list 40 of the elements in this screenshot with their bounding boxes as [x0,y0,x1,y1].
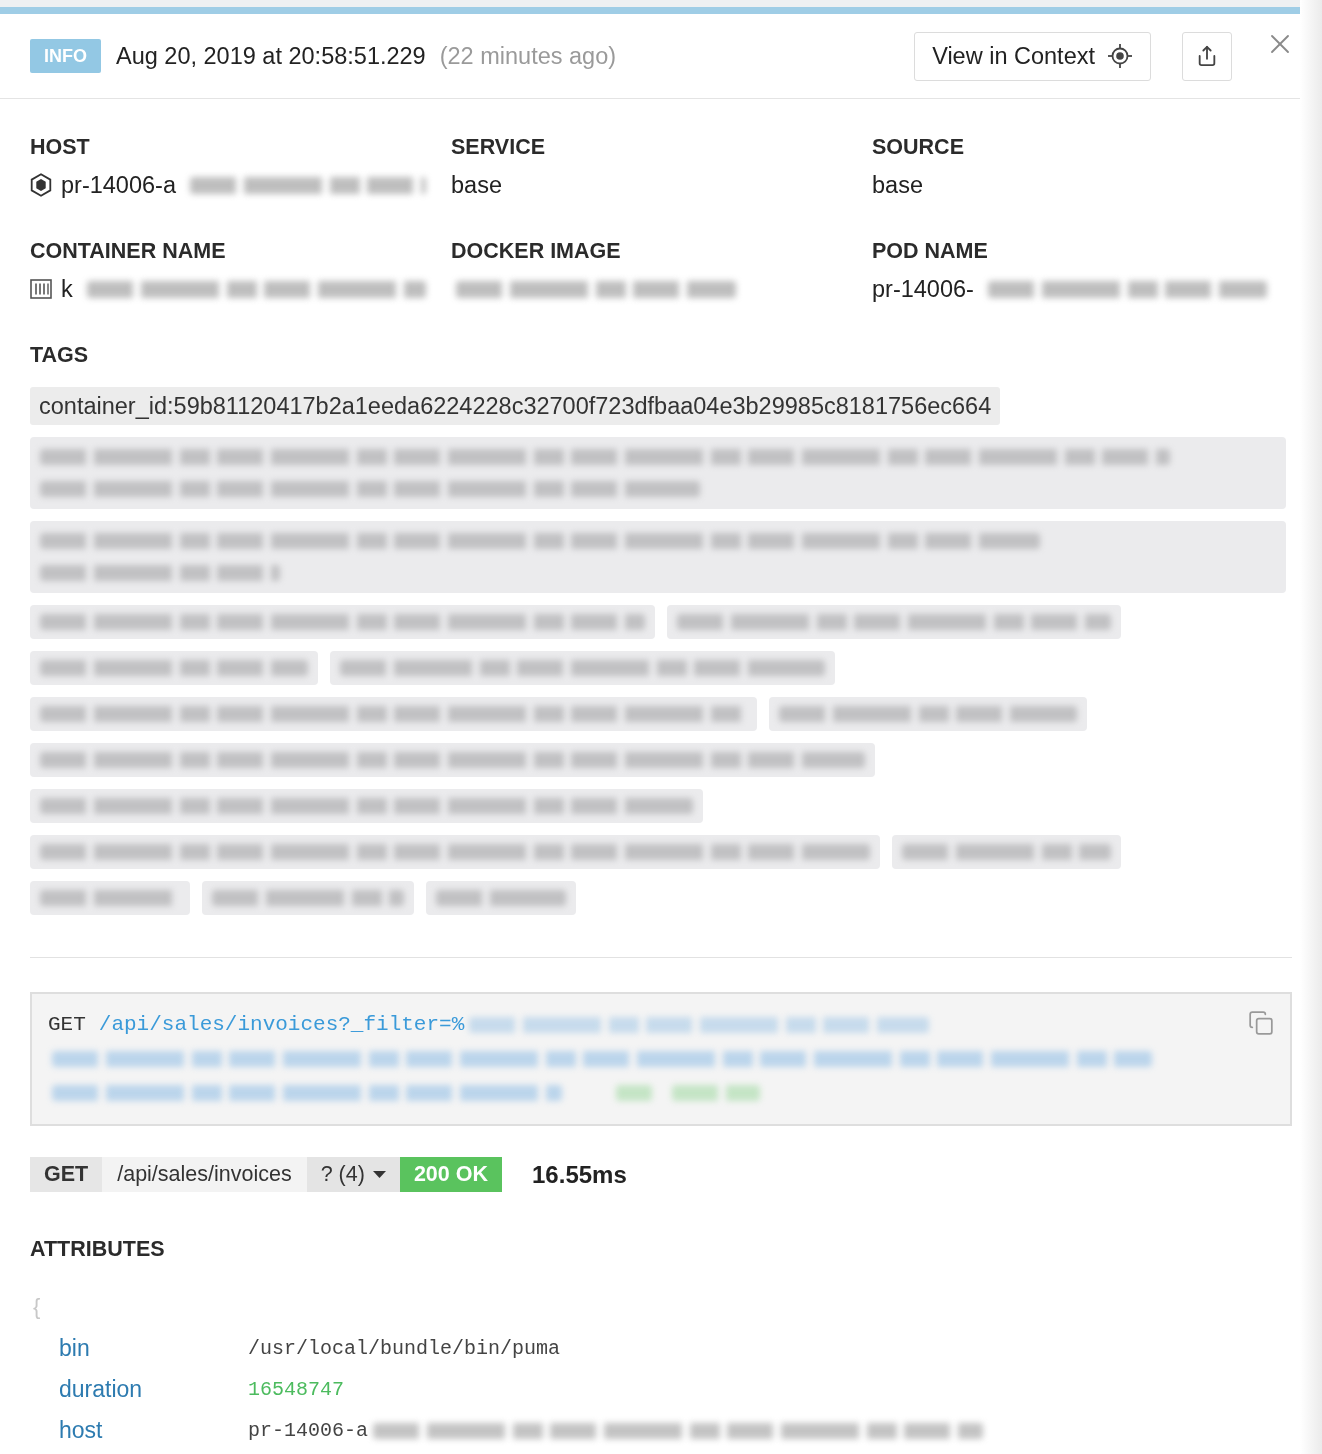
tag-chip[interactable]: container_id:59b81120417b2a1eeda6224228c32700f723dfbaa04e3b29985c8181756ec664 [30,387,1001,425]
field-label: SERVICE [451,135,546,159]
field-value: pr-14006- [872,275,974,303]
attribute-key: bin [59,1335,248,1362]
attribute-value: pr-14006-a [248,1419,369,1442]
json-brace: { [33,1293,41,1321]
section-title: ATTRIBUTES [30,1237,166,1261]
caret-icon [372,1171,386,1178]
status-code: 200 OK [399,1157,502,1192]
attribute-value: /usr/local/bundle/bin/puma [248,1337,561,1360]
container-icon [30,279,52,299]
share-button[interactable] [1182,31,1232,81]
query-params-dropdown[interactable]: ? (4) [306,1157,400,1192]
level-badge: INFO [30,39,101,73]
timestamp: Aug 20, 2019 at 20:58:51.229 [116,42,426,70]
copy-icon [1248,1010,1274,1036]
attribute-key: host [59,1417,248,1444]
section-title: TAGS [30,343,90,367]
view-in-context-button[interactable]: View in Context [914,31,1151,81]
field-label: CONTAINER NAME [30,239,227,263]
field-label: HOST [30,135,91,159]
attribute-value: 16548747 [248,1378,344,1401]
field-label: DOCKER IMAGE [451,239,622,263]
request-duration: 16.55ms [532,1160,627,1189]
copy-button[interactable] [1248,1010,1274,1036]
request-path: /api/sales/invoices [102,1157,307,1192]
code-url: /api/sales/invoices?_filter=% [98,1012,465,1038]
field-value: base [872,171,923,199]
crosshair-icon [1107,43,1133,69]
field-value: k [61,275,73,303]
field-value: base [451,171,502,199]
field-label: SOURCE [872,135,965,159]
http-method: GET [30,1157,103,1192]
hexagon-icon [30,173,52,197]
share-icon [1196,45,1218,67]
relative-time: (22 minutes ago) [439,42,617,70]
code-method: GET [48,1012,86,1038]
attribute-key: duration [59,1376,248,1403]
field-value: pr-14006-a [61,171,176,199]
field-label: POD NAME [872,239,989,263]
